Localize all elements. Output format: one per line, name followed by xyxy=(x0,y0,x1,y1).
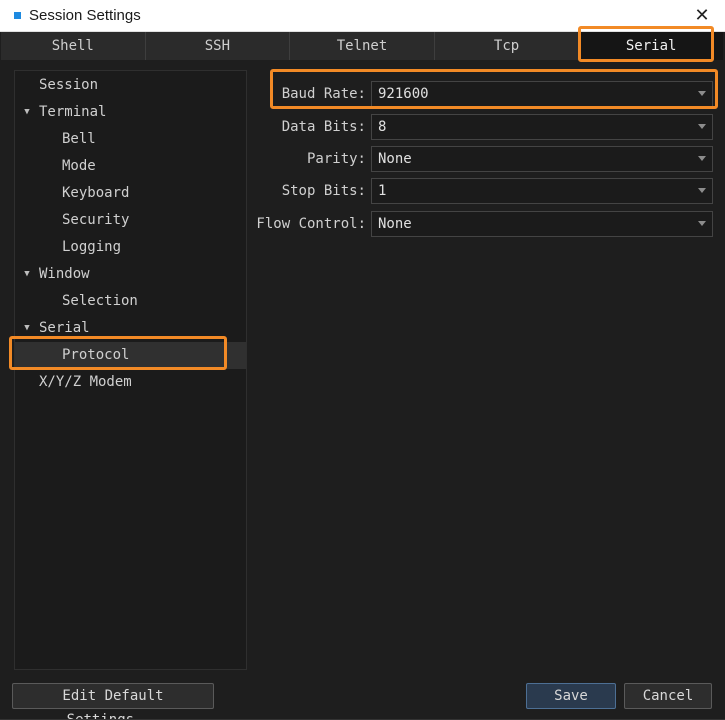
triangle-down-icon[interactable]: ▼ xyxy=(21,315,33,342)
tree-item-label: Session xyxy=(39,77,99,93)
save-button[interactable]: Save xyxy=(526,683,616,709)
tree-item-label: Security xyxy=(62,212,130,228)
tab-ssh[interactable]: SSH xyxy=(145,32,291,60)
edit-default-settings-button[interactable]: Edit Default Settings... xyxy=(12,683,214,720)
close-icon: ✕ xyxy=(694,5,710,26)
parity-label: Parity: xyxy=(306,151,366,167)
tree-item-label: Bell xyxy=(62,131,96,147)
stop-bits-select[interactable]: 1 xyxy=(371,178,713,204)
tree-item-label: Mode xyxy=(62,158,96,174)
chevron-down-icon[interactable] xyxy=(698,156,706,161)
tab-label: Serial xyxy=(625,38,677,54)
cancel-button[interactable]: Cancel xyxy=(624,683,712,709)
tree-item-logging[interactable]: Logging xyxy=(15,234,246,261)
tab-label: Telnet xyxy=(336,38,388,54)
tree-item-bell[interactable]: Bell xyxy=(15,126,246,153)
chevron-down-icon[interactable] xyxy=(698,124,706,129)
close-button[interactable]: ✕ xyxy=(679,0,725,32)
tree-item-label: Serial xyxy=(39,320,90,336)
chevron-down-icon[interactable] xyxy=(698,91,706,96)
tree-item-label: Protocol xyxy=(62,347,130,363)
baud-rate-row: Baud Rate: 921600 xyxy=(256,81,714,107)
tree-item-keyboard[interactable]: Keyboard xyxy=(15,180,246,207)
tree-item-terminal[interactable]: ▼ Terminal xyxy=(15,99,246,126)
data-bits-select[interactable]: 8 xyxy=(371,114,713,140)
tab-telnet[interactable]: Telnet xyxy=(290,32,435,60)
tree-item-protocol[interactable]: Protocol xyxy=(15,342,246,369)
tree-item-serial[interactable]: ▼ Serial xyxy=(15,315,246,342)
tree-item-mode[interactable]: Mode xyxy=(15,153,246,180)
stop-bits-label: Stop Bits: xyxy=(281,183,366,199)
tab-tcp[interactable]: Tcp xyxy=(434,32,580,60)
flow-control-label: Flow Control: xyxy=(256,216,366,232)
chevron-down-icon[interactable] xyxy=(698,221,706,226)
flow-control-row: Flow Control: None xyxy=(256,211,714,237)
app-square-icon xyxy=(14,12,21,19)
stop-bits-value: 1 xyxy=(378,183,387,199)
title-bar: Session Settings ✕ xyxy=(0,0,725,32)
button-label: Edit Default Settings... xyxy=(62,688,164,720)
triangle-down-icon[interactable]: ▼ xyxy=(21,99,33,126)
tree-item-label: X/Y/Z Modem xyxy=(39,374,132,390)
button-label: Save xyxy=(554,688,588,704)
tab-label: Shell xyxy=(51,38,94,54)
tree-item-label: Keyboard xyxy=(62,185,130,201)
tab-label: Tcp xyxy=(493,38,520,54)
parity-select[interactable]: None xyxy=(371,146,713,172)
parity-value: None xyxy=(378,151,412,167)
triangle-down-icon[interactable]: ▼ xyxy=(21,261,33,288)
chevron-down-icon[interactable] xyxy=(698,188,706,193)
tree-item-label: Terminal xyxy=(39,104,107,120)
tree-item-label: Selection xyxy=(62,293,138,309)
baud-rate-label: Baud Rate: xyxy=(281,86,366,102)
tree-item-label: Logging xyxy=(62,239,122,255)
parity-row: Parity: None xyxy=(256,146,714,172)
tab-serial[interactable]: Serial xyxy=(579,32,723,60)
data-bits-row: Data Bits: 8 xyxy=(256,114,714,140)
baud-rate-value: 921600 xyxy=(378,86,429,102)
tab-label: SSH xyxy=(204,38,231,54)
stop-bits-row: Stop Bits: 1 xyxy=(256,178,714,204)
tree-item-window[interactable]: ▼ Window xyxy=(15,261,246,288)
data-bits-label: Data Bits: xyxy=(281,119,366,135)
tab-shell[interactable]: Shell xyxy=(1,32,146,60)
tree-item-security[interactable]: Security xyxy=(15,207,246,234)
button-label: Cancel xyxy=(642,688,694,704)
category-tree: Session ▼ Terminal Bell Mode Keyboard Se… xyxy=(14,70,247,670)
flow-control-select[interactable]: None xyxy=(371,211,713,237)
flow-control-value: None xyxy=(378,216,412,232)
data-bits-value: 8 xyxy=(378,119,387,135)
tree-item-session[interactable]: Session xyxy=(15,72,246,99)
tree-item-xyz-modem[interactable]: X/Y/Z Modem xyxy=(15,369,246,396)
protocol-tabs: Shell SSH Telnet Tcp Serial xyxy=(1,32,723,60)
tree-item-selection[interactable]: Selection xyxy=(15,288,246,315)
baud-rate-select[interactable]: 921600 xyxy=(371,81,713,107)
tree-item-label: Window xyxy=(39,266,90,282)
window-title: Session Settings xyxy=(29,7,141,24)
